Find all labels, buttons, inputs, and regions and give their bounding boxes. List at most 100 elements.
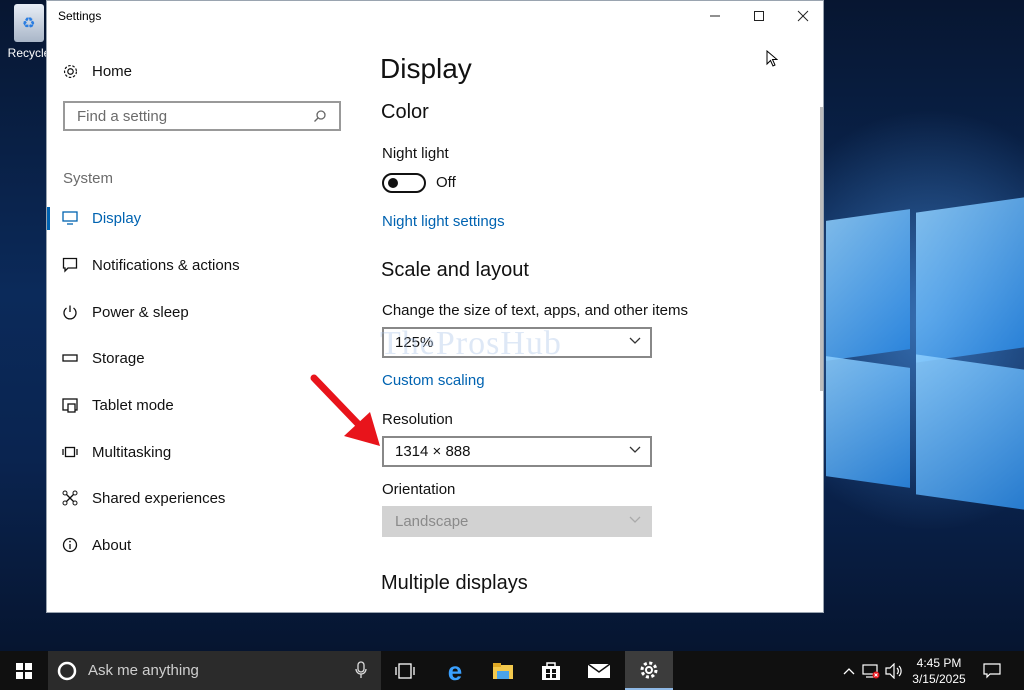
orientation-dropdown[interactable]: Landscape <box>382 506 652 537</box>
sidebar-item-home[interactable]: Home <box>61 56 341 86</box>
mail-button[interactable] <box>575 651 623 690</box>
network-button[interactable] <box>860 651 882 690</box>
action-center-button[interactable] <box>980 651 1004 690</box>
watermark: TheProsHub <box>380 325 562 362</box>
info-icon <box>61 536 79 554</box>
search-input[interactable] <box>75 106 309 126</box>
sidebar-item-label: Notifications & actions <box>92 256 240 274</box>
selection-indicator <box>47 207 50 230</box>
settings-taskbar-button[interactable] <box>625 651 673 690</box>
maximize-icon <box>754 11 764 21</box>
search-box[interactable] <box>63 101 341 131</box>
chevron-down-icon <box>629 446 641 453</box>
cortana-icon <box>57 661 77 680</box>
file-explorer-button[interactable] <box>479 651 527 690</box>
action-center-icon <box>983 662 1001 678</box>
red-arrow-annotation <box>310 374 380 446</box>
night-light-state: Off <box>436 174 456 191</box>
search-icon <box>314 110 326 122</box>
page-title: Display <box>380 53 472 84</box>
store-icon <box>542 661 560 680</box>
toggle-knob <box>388 178 398 188</box>
task-view-icon <box>395 662 415 679</box>
orientation-label: Orientation <box>382 481 456 498</box>
title-bar[interactable]: Settings <box>47 1 823 31</box>
edge-icon: e <box>447 655 463 686</box>
chevron-down-icon <box>629 337 641 344</box>
sidebar-item-label: Storage <box>92 349 145 367</box>
resolution-value: 1314 × 888 <box>395 443 471 460</box>
clock-date: 3/15/2025 <box>912 672 966 686</box>
display-settings-panel: Display Color Night light Off Night ligh… <box>380 31 820 612</box>
volume-button[interactable] <box>883 651 905 690</box>
mail-icon <box>587 662 611 678</box>
speaker-icon <box>885 662 902 679</box>
windows-logo-icon <box>15 662 32 679</box>
night-light-toggle[interactable] <box>382 173 426 193</box>
close-icon <box>797 10 809 22</box>
close-button[interactable] <box>781 1 823 31</box>
cortana-placeholder: Ask me anything <box>88 662 199 679</box>
sidebar-item-label: Tablet mode <box>92 396 174 414</box>
cortana-search-box[interactable]: Ask me anything <box>48 651 381 690</box>
maximize-button[interactable] <box>737 1 781 31</box>
wallpaper-pane <box>826 209 910 361</box>
monitor-icon <box>61 209 79 227</box>
sidebar-item-power[interactable]: Power & sleep <box>61 297 341 327</box>
gear-icon <box>61 62 79 80</box>
edge-button[interactable]: e <box>431 651 479 690</box>
show-hidden-icons-button[interactable] <box>838 651 860 690</box>
sidebar-item-about[interactable]: About <box>61 530 341 560</box>
settings-window: Settings Home System Display <box>46 0 824 613</box>
orientation-value: Landscape <box>395 513 469 530</box>
shared-icon <box>61 489 79 507</box>
chevron-down-icon <box>629 516 641 523</box>
folder-icon <box>493 662 513 679</box>
store-button[interactable] <box>527 651 575 690</box>
clock[interactable]: 4:45 PM 3/15/2025 <box>908 655 970 687</box>
sidebar-item-label: Power & sleep <box>92 303 189 321</box>
sidebar-item-display[interactable]: Display <box>61 203 341 233</box>
gear-icon <box>640 661 658 678</box>
scale-label: Change the size of text, apps, and other… <box>382 302 689 319</box>
resolution-label: Resolution <box>382 411 453 428</box>
window-title: Settings <box>58 9 102 23</box>
taskbar: Ask me anything e 4:45 PM 3/15/2025 <box>0 651 1024 690</box>
color-heading: Color <box>381 101 429 123</box>
scrollbar[interactable] <box>820 107 823 391</box>
sidebar-item-storage[interactable]: Storage <box>61 343 341 373</box>
storage-icon <box>61 349 79 367</box>
recycle-bin-label: Recycle <box>7 46 51 60</box>
multiple-displays-heading: Multiple displays <box>381 572 528 594</box>
sidebar-item-label: Multitasking <box>92 443 172 461</box>
sidebar-item-tablet-mode[interactable]: Tablet mode <box>61 390 341 420</box>
scale-layout-heading: Scale and layout <box>381 259 529 281</box>
minimize-icon <box>710 15 720 17</box>
resolution-dropdown[interactable]: 1314 × 888 <box>382 436 652 467</box>
sidebar-item-label: Shared experiences <box>92 489 226 507</box>
custom-scaling-link[interactable]: Custom scaling <box>382 372 485 389</box>
sidebar-item-shared-experiences[interactable]: Shared experiences <box>61 483 341 513</box>
minimize-button[interactable] <box>693 1 737 31</box>
tablet-icon <box>61 396 79 414</box>
mouse-cursor <box>766 50 778 67</box>
notification-icon <box>61 256 79 274</box>
start-button[interactable] <box>0 651 47 690</box>
recycle-bin-icon <box>14 4 44 42</box>
task-view-button[interactable] <box>381 651 429 690</box>
sidebar-item-notifications[interactable]: Notifications & actions <box>61 250 341 280</box>
sidebar-item-label: About <box>92 536 132 554</box>
sidebar-item-multitasking[interactable]: Multitasking <box>61 437 341 467</box>
night-light-label: Night light <box>382 145 449 162</box>
wallpaper-pane <box>916 354 1024 510</box>
section-label: System <box>63 170 114 187</box>
sidebar-item-label: Home <box>92 62 133 80</box>
wallpaper-pane <box>826 356 910 488</box>
night-light-settings-link[interactable]: Night light settings <box>382 213 505 230</box>
multitasking-icon <box>61 443 79 461</box>
wallpaper-pane <box>916 197 1024 363</box>
microphone-icon <box>355 661 367 678</box>
sidebar-item-label: Display <box>92 209 142 227</box>
power-icon <box>61 303 79 321</box>
network-disconnected-icon <box>862 663 880 678</box>
